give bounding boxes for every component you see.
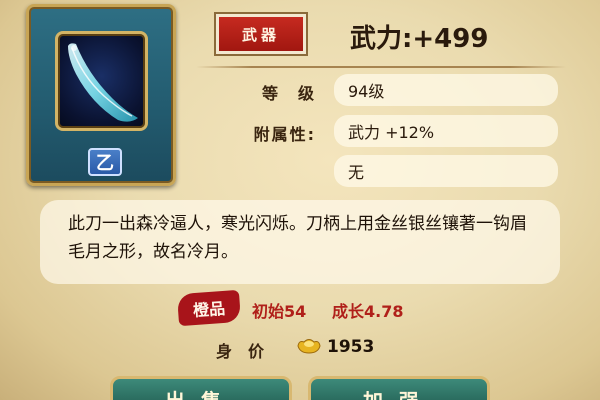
level-label: 等 级 [261,84,316,103]
attr2-value-box: 无 [334,155,558,187]
item-detail-panel: 乙 武器 武力:+499 等 级 94级 附属性: 武力 +12% 无 此刀一出… [0,0,600,400]
price-label: 身价 [216,342,281,361]
header-divider [196,66,566,68]
attr2-value: 无 [348,163,365,182]
sword-icon [55,31,148,131]
blade-graphic [68,43,138,122]
growth-rate-value: 成长4.78 [332,302,404,321]
upgrade-button[interactable]: 加强 [308,376,490,400]
power-stat: 武力:+499 [350,24,489,54]
item-description: 此刀一出森冷逼人，寒光闪烁。刀柄上用金丝银丝镶著一钩眉毛月之形，故名冷月。 [40,200,560,284]
attr-value-box: 武力 +12% [334,115,558,147]
item-type-badge: 武器 [216,14,306,54]
gold-ingot-icon [297,339,321,354]
quality-badge: 橙品 [176,289,242,327]
sell-button[interactable]: 出售 [110,376,292,400]
level-value: 94级 [348,82,385,101]
item-icon-frame[interactable]: 乙 [26,4,176,186]
level-value-box: 94级 [334,74,558,106]
attr-label: 附属性: [253,125,316,144]
initial-growth-value: 初始54 [252,302,307,321]
grade-badge: 乙 [88,148,122,176]
attr-value: 武力 +12% [348,123,435,142]
price-value: 1953 [327,337,375,357]
